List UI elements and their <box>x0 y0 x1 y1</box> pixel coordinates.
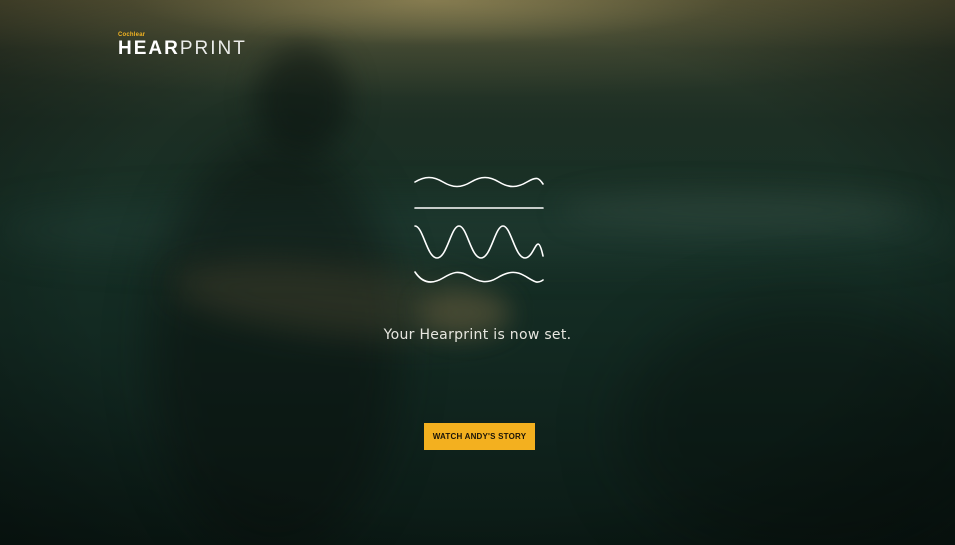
status-message: Your Hearprint is now set. <box>383 327 572 343</box>
wave-large-middle <box>414 225 544 259</box>
wave-small-top <box>414 176 544 188</box>
wave-small-bottom <box>414 271 544 283</box>
background-scene: Cochlear HEARPRINT Your Hearprint is now… <box>0 0 955 545</box>
logo-wordmark: HEARPRINT <box>118 38 247 59</box>
hearprint-logo[interactable]: Cochlear HEARPRINT <box>118 32 247 59</box>
hearprint-waves-icon <box>414 176 544 283</box>
watch-story-button[interactable]: WATCH ANDY'S STORY <box>424 423 535 450</box>
